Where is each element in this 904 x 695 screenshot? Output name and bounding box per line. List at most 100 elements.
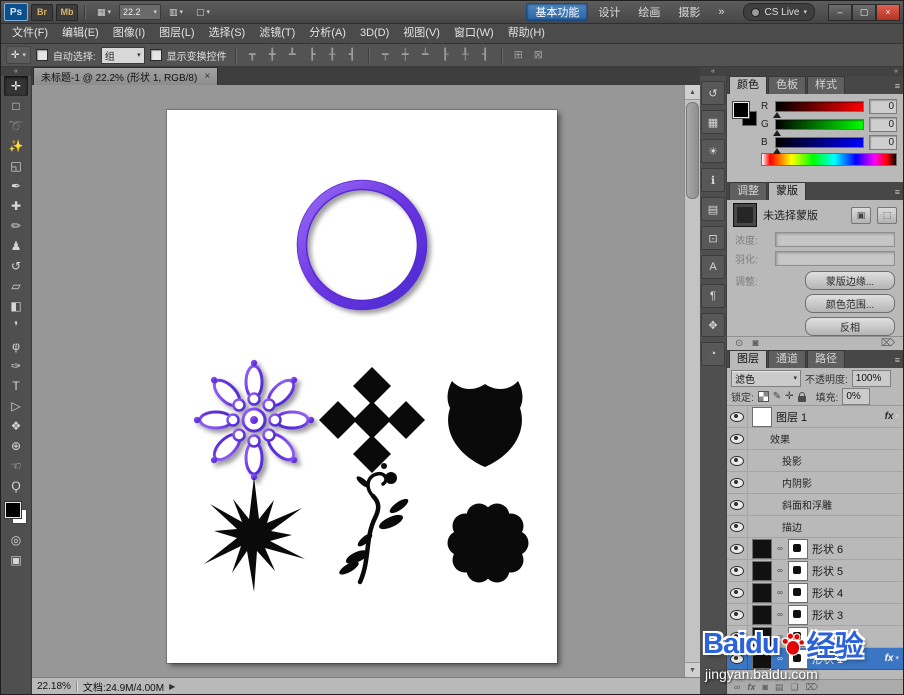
layer-row-layer1[interactable]: 图层 1 fx ▾ bbox=[727, 406, 903, 428]
align-hcenter-icon[interactable]: ╂ bbox=[325, 46, 340, 64]
starburst-shape[interactable] bbox=[204, 477, 305, 592]
vector-mask-thumbnail[interactable] bbox=[788, 649, 808, 669]
history-panel-icon[interactable]: ↺ bbox=[701, 81, 725, 105]
align-left-icon[interactable]: ┣ bbox=[305, 46, 320, 64]
diamonds-shape[interactable] bbox=[319, 367, 425, 473]
effects-header-row[interactable]: 效果 bbox=[727, 428, 903, 450]
layer-effects-badge[interactable]: fx ▾ bbox=[885, 653, 899, 664]
scrollbar-thumb[interactable] bbox=[686, 102, 699, 199]
effect-name[interactable]: 投影 bbox=[782, 453, 802, 468]
fill-field[interactable]: 0% ▾ bbox=[842, 388, 870, 405]
eyedropper-tool[interactable]: ✒ bbox=[4, 176, 28, 196]
layer-thumbnail[interactable] bbox=[752, 407, 772, 427]
dodge-tool[interactable]: φ bbox=[4, 336, 28, 356]
document-canvas[interactable] bbox=[167, 110, 557, 663]
color-swatch-widget[interactable] bbox=[733, 102, 757, 126]
layer-name[interactable]: 形状 6 bbox=[812, 541, 843, 557]
layer-effects-badge[interactable]: fx ▾ bbox=[885, 411, 899, 422]
path-selection-tool[interactable]: ▷ bbox=[4, 396, 28, 416]
hand-tool[interactable]: ☜ bbox=[4, 456, 28, 476]
effect-row-drop-shadow[interactable]: 投影 bbox=[727, 450, 903, 472]
ornament-flower-shape[interactable] bbox=[194, 360, 314, 480]
document-tab[interactable]: 未标题-1 @ 22.2% (形状 1, RGB/8) × bbox=[33, 67, 218, 85]
effect-name[interactable]: 内阴影 bbox=[782, 475, 812, 490]
visibility-toggle[interactable] bbox=[727, 648, 748, 669]
zoom-tool[interactable]: Ϙ bbox=[4, 476, 28, 496]
blend-mode-dropdown[interactable]: 滤色 ▾ bbox=[731, 370, 801, 387]
visibility-toggle[interactable] bbox=[727, 494, 748, 515]
layer-thumbnail[interactable] bbox=[752, 539, 772, 559]
scroll-up-icon[interactable]: ▲ bbox=[685, 85, 700, 100]
lock-position-icon[interactable]: ✛ bbox=[785, 392, 793, 402]
info-panel-icon[interactable]: ℹ bbox=[701, 168, 725, 192]
clone-source-panel-icon[interactable]: ⊡ bbox=[701, 226, 725, 250]
add-layer-style-icon[interactable]: fx bbox=[747, 682, 755, 692]
mask-edge-button[interactable]: 蒙版边缘... bbox=[805, 271, 895, 290]
paragraph-panel-icon[interactable]: ¶ bbox=[701, 284, 725, 308]
new-adjustment-layer-icon[interactable]: ▤ bbox=[775, 682, 784, 693]
scalloped-flower-shape[interactable] bbox=[448, 504, 529, 583]
add-vector-mask-button[interactable]: ⬚ bbox=[877, 207, 897, 224]
move-tool[interactable]: ✛ bbox=[4, 76, 28, 96]
vertical-scrollbar[interactable]: ▲ ▼ bbox=[684, 85, 700, 677]
lock-transparency-icon[interactable] bbox=[758, 391, 769, 402]
visibility-toggle[interactable] bbox=[727, 538, 748, 559]
lock-pixels-icon[interactable]: ✎ bbox=[773, 392, 781, 402]
delete-mask-icon[interactable]: ⌦ bbox=[881, 338, 895, 349]
effect-name[interactable]: 描边 bbox=[782, 519, 802, 534]
layer-name[interactable]: 形状 1 bbox=[812, 651, 843, 667]
distribute-right-icon[interactable]: ┨ bbox=[478, 46, 493, 64]
visibility-toggle[interactable] bbox=[727, 516, 748, 537]
layer-row-shape4[interactable]: ∞ 形状 4 bbox=[727, 582, 903, 604]
arrange-documents-button[interactable]: ▥ ▾ bbox=[164, 4, 188, 20]
color-range-button[interactable]: 颜色范围... bbox=[805, 294, 895, 313]
lasso-tool[interactable]: ➰ bbox=[4, 116, 28, 136]
tab-layers[interactable]: 图层 bbox=[729, 350, 767, 368]
menu-edit[interactable]: 编辑(E) bbox=[55, 24, 106, 43]
visibility-toggle[interactable] bbox=[727, 560, 748, 581]
layer-thumbnail[interactable] bbox=[752, 583, 772, 603]
layer-name[interactable]: 形状 5 bbox=[812, 563, 843, 579]
delete-layer-icon[interactable]: ⌦ bbox=[805, 682, 818, 693]
red-slider[interactable] bbox=[775, 101, 864, 112]
tools-collapse-icon[interactable]: « bbox=[1, 67, 31, 76]
character-panel-icon[interactable]: A bbox=[701, 255, 725, 279]
green-slider[interactable] bbox=[775, 119, 864, 130]
tab-paths[interactable]: 路径 bbox=[807, 350, 845, 368]
view-extras-button[interactable]: ▦ ▾ bbox=[92, 4, 116, 20]
screen-mode-toggle[interactable]: ▣ bbox=[4, 550, 28, 570]
menu-3d[interactable]: 3D(D) bbox=[353, 24, 396, 43]
panel-menu-icon[interactable]: ≡ bbox=[895, 355, 900, 365]
menu-image[interactable]: 图像(I) bbox=[106, 24, 152, 43]
color-swatch-widget[interactable] bbox=[4, 501, 28, 525]
align-top-icon[interactable]: ┳ bbox=[245, 46, 260, 64]
scroll-down-icon[interactable]: ▼ bbox=[685, 662, 700, 677]
restore-button[interactable]: ▢ bbox=[852, 4, 876, 21]
shape-tool[interactable]: ❖ bbox=[4, 416, 28, 436]
vector-mask-thumbnail[interactable] bbox=[788, 583, 808, 603]
workspace-painting-button[interactable]: 绘画 bbox=[630, 4, 668, 20]
distribute-vcenter-icon[interactable]: ┿ bbox=[398, 46, 413, 64]
blue-slider[interactable] bbox=[775, 137, 864, 148]
layer-comps-panel-icon[interactable]: ▤ bbox=[701, 197, 725, 221]
status-zoom-field[interactable]: 22.18% bbox=[37, 681, 71, 692]
opacity-field[interactable]: 100% ▾ bbox=[852, 370, 891, 387]
effect-row-stroke[interactable]: 描边 bbox=[727, 516, 903, 538]
layer-row-shape6[interactable]: ∞ 形状 6 bbox=[727, 538, 903, 560]
show-transform-checkbox[interactable] bbox=[150, 49, 162, 61]
menu-layer[interactable]: 图层(L) bbox=[152, 24, 201, 43]
distribute-hcenter-icon[interactable]: ╀ bbox=[458, 46, 473, 64]
channels-panel-icon[interactable]: ◔ bbox=[701, 342, 725, 366]
workspace-essentials-button[interactable]: 基本功能 bbox=[526, 3, 588, 21]
menu-help[interactable]: 帮助(H) bbox=[501, 24, 552, 43]
navigator-panel-icon[interactable]: ✥ bbox=[701, 313, 725, 337]
healing-brush-tool[interactable]: ✚ bbox=[4, 196, 28, 216]
vector-mask-thumbnail[interactable] bbox=[788, 561, 808, 581]
layer-name[interactable]: 形状 3 bbox=[812, 607, 843, 623]
quick-selection-tool[interactable]: ✨ bbox=[4, 136, 28, 156]
tab-adjustments[interactable]: 调整 bbox=[729, 182, 767, 200]
menu-select[interactable]: 选择(S) bbox=[202, 24, 253, 43]
vector-mask-thumbnail[interactable] bbox=[788, 539, 808, 559]
green-value-field[interactable]: 0 bbox=[869, 117, 897, 132]
layer-row-shape1-selected[interactable]: ∞ 形状 1 fx ▾ bbox=[727, 648, 903, 670]
